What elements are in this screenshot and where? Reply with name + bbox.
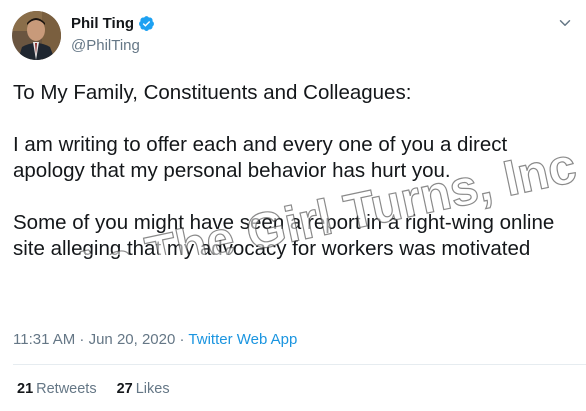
tweet-timestamp[interactable]: 11:31 AM · Jun 20, 2020 · (13, 331, 188, 348)
retweets-label: Retweets (36, 381, 97, 397)
author-name[interactable]: Phil Ting (71, 15, 134, 32)
tweet-card: Phil Ting @PhilTing To My Family, Consti… (0, 0, 586, 411)
tweet-source-link[interactable]: Twitter Web App (188, 331, 297, 348)
chevron-down-icon[interactable] (556, 14, 574, 32)
avatar-image (12, 11, 61, 60)
author-name-row[interactable]: Phil Ting (71, 15, 155, 32)
tweet-paragraph: To My Family, Constituents and Colleague… (13, 81, 412, 104)
tweet-paragraph: I am writing to offer each and every one… (13, 133, 508, 182)
verified-badge-icon (139, 16, 154, 31)
tweet-meta: 11:31 AM · Jun 20, 2020 · Twitter Web Ap… (13, 331, 297, 348)
divider (13, 364, 586, 365)
tweet-stats: 21 Retweets 27 Likes (17, 381, 170, 397)
author-handle[interactable]: @PhilTing (71, 37, 140, 54)
tweet-text: To My Family, Constituents and Colleague… (13, 80, 579, 288)
likes-stat[interactable]: 27 Likes (117, 381, 170, 397)
likes-label: Likes (135, 381, 170, 397)
retweets-stat[interactable]: 21 Retweets (17, 381, 97, 397)
retweets-count: 21 (17, 381, 34, 397)
avatar[interactable] (12, 11, 61, 60)
likes-count: 27 (116, 381, 133, 397)
tweet-paragraph: Some of you might have seen a report in … (13, 211, 555, 260)
